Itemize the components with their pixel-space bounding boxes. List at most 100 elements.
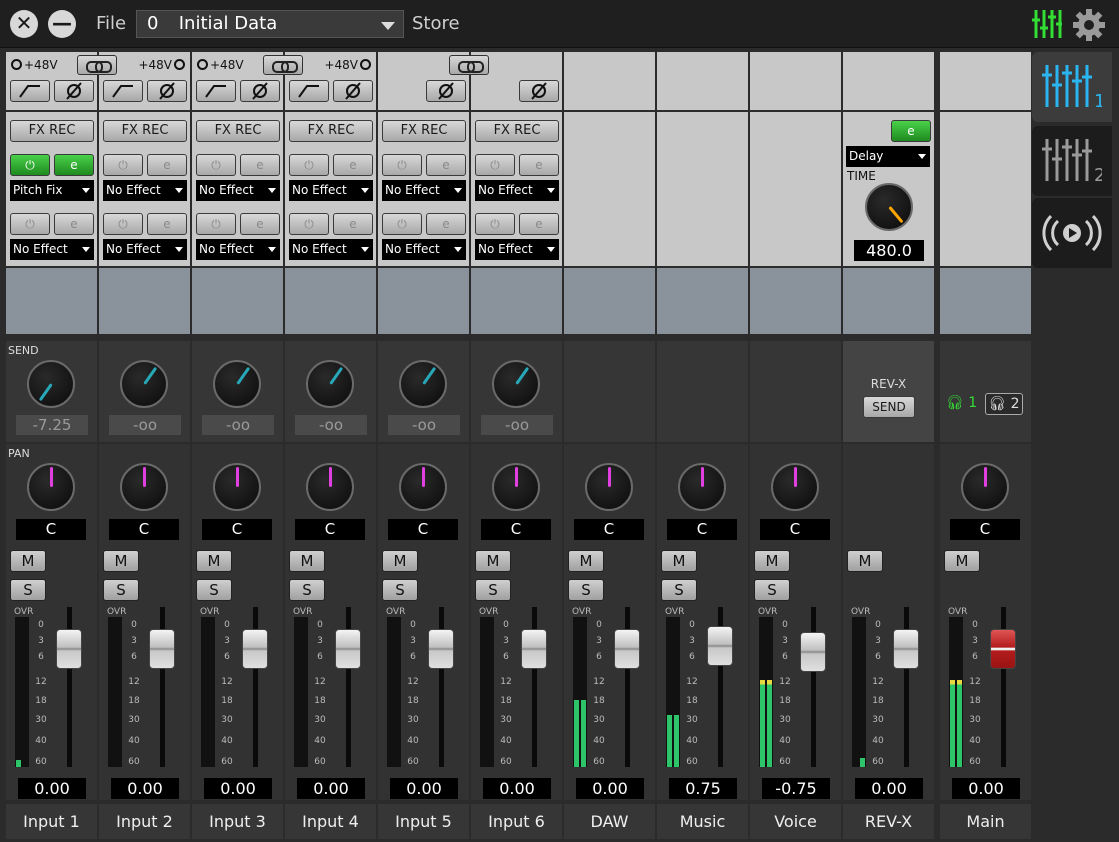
fader-value[interactable]: 0.00 [576, 778, 644, 799]
mute-button[interactable]: M [382, 550, 418, 572]
fader-handle[interactable] [242, 629, 268, 669]
fader-value[interactable]: 0.75 [669, 778, 737, 799]
mute-button[interactable]: M [196, 550, 232, 572]
fader-handle[interactable] [800, 632, 826, 672]
fx1-select[interactable]: No Effect [382, 180, 466, 201]
stereo-link-button[interactable] [449, 55, 489, 75]
fx-rec-button[interactable]: FX REC [196, 120, 280, 142]
fader-value[interactable]: 0.00 [204, 778, 272, 799]
pan-knob[interactable] [120, 463, 168, 511]
mute-button[interactable]: M [289, 550, 325, 572]
fader-value[interactable]: 0.00 [390, 778, 458, 799]
solo-button[interactable]: S [196, 579, 232, 601]
phase-button[interactable] [54, 80, 94, 102]
fx2-edit-button[interactable]: e [426, 213, 466, 235]
fx-rec-button[interactable]: FX REC [103, 120, 187, 142]
fx1-edit-button[interactable]: e [519, 154, 559, 176]
send-knob[interactable] [492, 360, 540, 408]
close-icon[interactable]: ✕ [10, 10, 38, 38]
stereo-link-button[interactable] [77, 55, 117, 75]
pan-knob[interactable] [27, 463, 75, 511]
hpf-button[interactable] [103, 80, 143, 102]
pan-knob[interactable] [306, 463, 354, 511]
fx2-edit-button[interactable]: e [54, 213, 94, 235]
fader-handle[interactable] [56, 629, 82, 669]
minimize-icon[interactable]: — [48, 10, 76, 38]
phase-button[interactable] [426, 80, 466, 102]
fx1-edit-button[interactable]: e [333, 154, 373, 176]
fx-rec-button[interactable]: FX REC [289, 120, 373, 142]
file-menu[interactable]: File [96, 13, 126, 34]
fx1-power-button[interactable]: ⏻ [475, 154, 515, 176]
headphone-2-button[interactable]: 🎧︎ 2 [985, 393, 1023, 415]
headphone-1-button[interactable]: 🎧︎ 1 [946, 395, 977, 411]
fader-value[interactable]: 0.00 [855, 778, 923, 799]
send-knob[interactable] [27, 360, 75, 408]
phase-button[interactable] [333, 80, 373, 102]
fader-value[interactable]: 0.00 [297, 778, 365, 799]
phase-button[interactable] [240, 80, 280, 102]
fx1-edit-button[interactable]: e [240, 154, 280, 176]
send-knob[interactable] [120, 360, 168, 408]
rev-x-send-button[interactable]: SEND [863, 396, 915, 418]
mute-button[interactable]: M [661, 550, 697, 572]
fx1-power-button[interactable]: ⏻ [103, 154, 143, 176]
fx1-select[interactable]: No Effect [289, 180, 373, 201]
time-knob[interactable] [865, 183, 913, 231]
fader-value[interactable]: 0.00 [111, 778, 179, 799]
fx1-edit-button[interactable]: e [147, 154, 187, 176]
fx2-edit-button[interactable]: e [333, 213, 373, 235]
pan-knob[interactable] [213, 463, 261, 511]
fx2-select[interactable]: No Effect [475, 239, 559, 260]
phantom-power-label[interactable]: +48V [324, 58, 373, 72]
fx1-select[interactable]: Pitch Fix [10, 180, 94, 201]
scene-select[interactable]: 0 Initial Data [136, 10, 404, 38]
phase-button[interactable] [519, 80, 559, 102]
phantom-power-label[interactable]: +48V [195, 58, 244, 72]
mute-button[interactable]: M [10, 550, 46, 572]
tab-mixer-2[interactable]: 2 [1032, 126, 1112, 196]
mute-button[interactable]: M [103, 550, 139, 572]
fx1-select[interactable]: No Effect [475, 180, 559, 201]
fx2-power-button[interactable]: ⏻ [103, 213, 143, 235]
hpf-button[interactable] [289, 80, 329, 102]
hpf-button[interactable] [196, 80, 236, 102]
fx2-select[interactable]: No Effect [103, 239, 187, 260]
phantom-power-label[interactable]: +48V [9, 58, 58, 72]
mute-button[interactable]: M [475, 550, 511, 572]
fx2-select[interactable]: No Effect [196, 239, 280, 260]
fx1-select[interactable]: No Effect [103, 180, 187, 201]
fader-value[interactable]: 0.00 [952, 778, 1020, 799]
fader-handle[interactable] [149, 629, 175, 669]
pan-knob[interactable] [961, 463, 1009, 511]
send-knob[interactable] [213, 360, 261, 408]
fader-handle[interactable] [707, 626, 733, 666]
mute-button[interactable]: M [568, 550, 604, 572]
fx-rec-button[interactable]: FX REC [475, 120, 559, 142]
fx2-edit-button[interactable]: e [147, 213, 187, 235]
fx1-power-button[interactable]: ⏻ [382, 154, 422, 176]
fader-handle[interactable] [990, 629, 1016, 669]
fx1-select[interactable]: No Effect [196, 180, 280, 201]
solo-button[interactable]: S [289, 579, 325, 601]
fx2-power-button[interactable]: ⏻ [382, 213, 422, 235]
send-knob[interactable] [306, 360, 354, 408]
mute-button[interactable]: M [754, 550, 790, 572]
reverb-type-select[interactable]: Delay [846, 146, 930, 167]
solo-button[interactable]: S [754, 579, 790, 601]
fx-rec-button[interactable]: FX REC [382, 120, 466, 142]
fx2-power-button[interactable]: ⏻ [196, 213, 236, 235]
fx1-power-button[interactable]: ⏻ [196, 154, 236, 176]
fx2-power-button[interactable]: ⏻ [289, 213, 329, 235]
fader-handle[interactable] [521, 629, 547, 669]
fx1-edit-button[interactable]: e [426, 154, 466, 176]
mute-button[interactable]: M [847, 550, 883, 572]
solo-button[interactable]: S [382, 579, 418, 601]
fx2-select[interactable]: No Effect [289, 239, 373, 260]
fx2-power-button[interactable]: ⏻ [475, 213, 515, 235]
fader-value[interactable]: -0.75 [762, 778, 830, 799]
pan-knob[interactable] [585, 463, 633, 511]
stereo-link-button[interactable] [263, 55, 303, 75]
fx2-select[interactable]: No Effect [10, 239, 94, 260]
pan-knob[interactable] [771, 463, 819, 511]
